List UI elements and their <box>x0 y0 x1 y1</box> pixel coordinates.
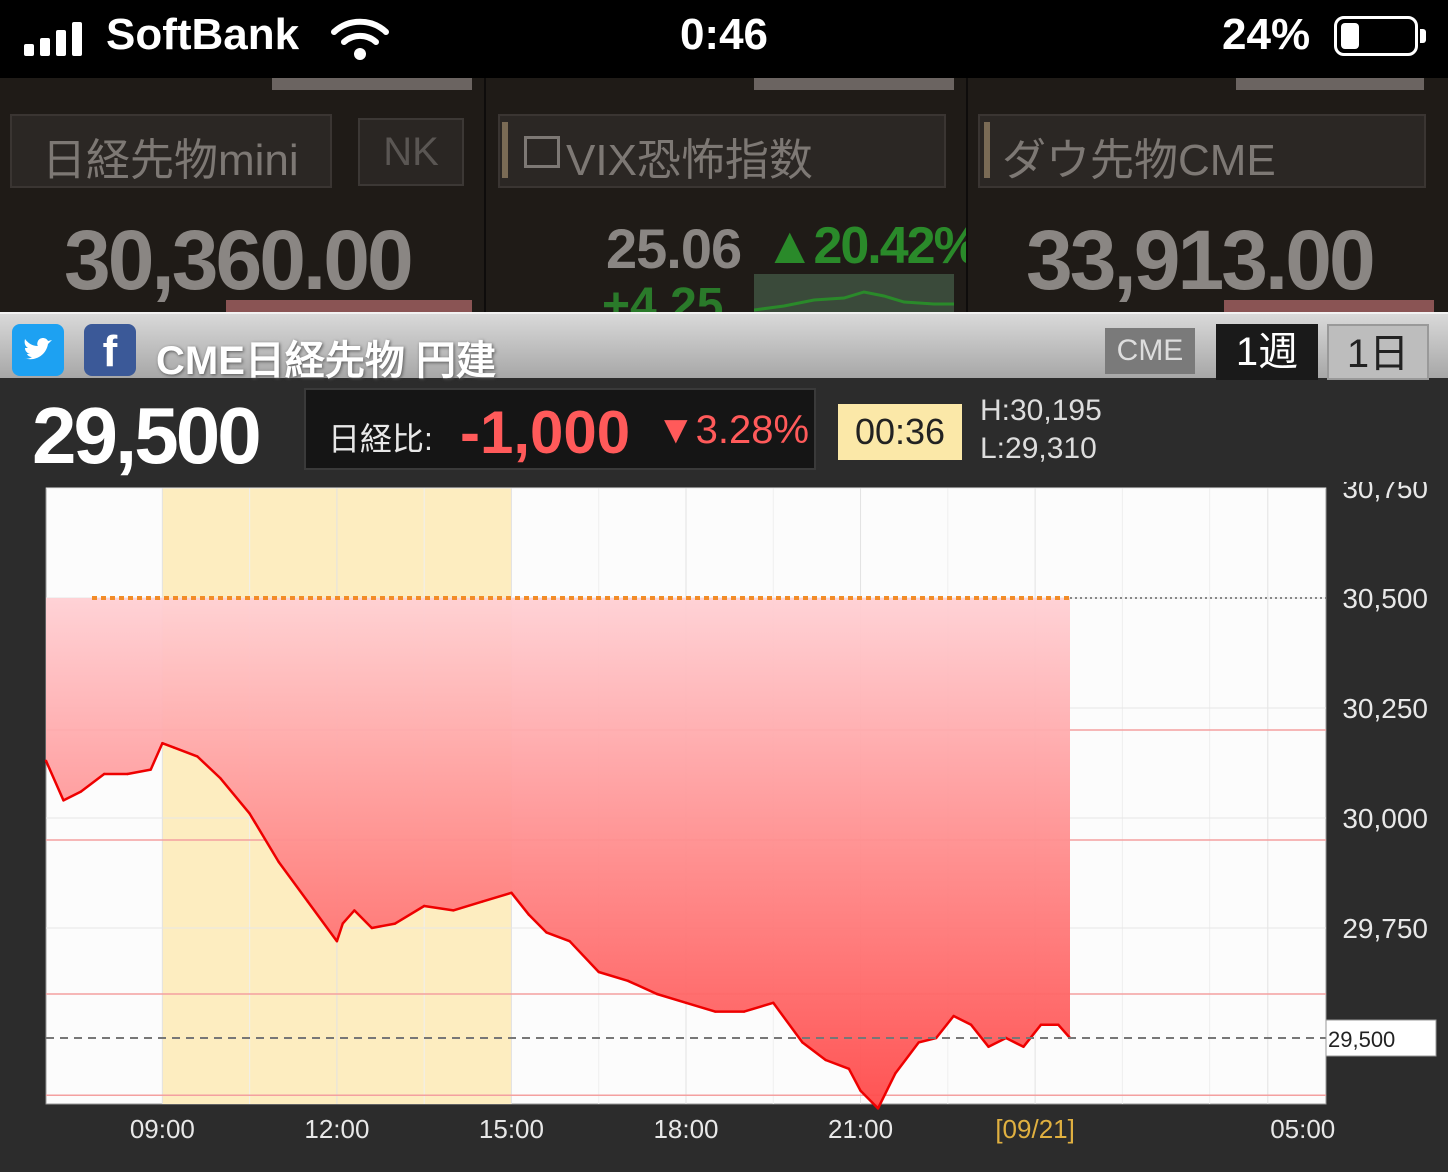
y-tick-label: 30,250 <box>1342 693 1428 724</box>
data-point <box>452 909 455 912</box>
tile-title: ダウ先物CME <box>1002 136 1276 185</box>
tile-title: 日経先物mini <box>42 136 299 185</box>
data-point <box>393 922 397 925</box>
data-point <box>801 1041 804 1044</box>
data-point <box>876 1107 880 1110</box>
x-tick-label: 18:00 <box>653 1114 718 1144</box>
y-tick-label: 30,500 <box>1342 583 1428 614</box>
facebook-share-button[interactable]: f <box>84 324 136 376</box>
data-point <box>161 742 164 745</box>
data-point <box>172 746 176 749</box>
data-point <box>219 777 222 780</box>
data-point <box>894 1072 897 1075</box>
data-point <box>422 904 426 908</box>
tile-change-pct: ▲20.42% <box>764 217 980 275</box>
battery-tip <box>1420 29 1426 43</box>
tile-dow-futures[interactable]: ダウ先物CME 33,913.00 <box>968 78 1448 312</box>
chart-header: f CME日経先物 円建 CME 1週 1日 <box>0 312 1448 383</box>
data-point <box>568 940 571 943</box>
data-point <box>527 913 531 916</box>
data-point <box>713 1010 717 1013</box>
battery-icon <box>1334 16 1418 56</box>
data-point <box>742 1010 746 1013</box>
current-price: 29,500 <box>32 391 262 480</box>
data-point <box>772 1001 775 1004</box>
x-tick-label: 09:00 <box>130 1114 195 1144</box>
data-point <box>626 979 630 982</box>
data-point <box>277 860 280 864</box>
change-box: 日経比: -1,000 ▼3.28% <box>304 388 816 470</box>
chart-title: CME日経先物 円建 <box>156 339 496 383</box>
tile-value: 25.06 <box>606 217 742 280</box>
data-point <box>824 1058 827 1062</box>
y-tick-label: 30,750 <box>1342 482 1428 504</box>
data-point <box>655 992 659 996</box>
data-point <box>969 1023 973 1026</box>
x-tick-label: 12:00 <box>304 1114 369 1144</box>
data-point <box>597 970 600 974</box>
sparkline <box>753 274 954 312</box>
facebook-icon: f <box>102 327 118 376</box>
x-tick-label: 15:00 <box>479 1114 544 1144</box>
tile-value: 30,360.00 <box>64 213 414 307</box>
change-value: -1,000 <box>460 399 631 466</box>
exchange-badge[interactable]: CME <box>1105 328 1195 374</box>
data-point <box>149 768 152 771</box>
low-price: L:29,310 <box>980 432 1097 465</box>
x-tick-label: [09/21] <box>995 1114 1075 1144</box>
data-point <box>1039 1023 1043 1026</box>
data-point <box>370 926 374 930</box>
change-label: 日経比: <box>328 421 433 457</box>
change-percent: ▼3.28% <box>656 408 810 452</box>
data-point <box>684 1001 688 1004</box>
data-point <box>335 940 339 943</box>
data-point <box>987 1045 990 1048</box>
chart-panel: f CME日経先物 円建 CME 1週 1日 29,500 日経比: -1,00… <box>0 312 1448 1172</box>
tab-1-day[interactable]: 1日 <box>1327 324 1429 380</box>
data-point <box>341 922 344 925</box>
tile-vix[interactable]: VIX恐怖指数 25.06 ▲20.42% +4.25 <box>486 78 980 312</box>
update-time: 00:36 <box>838 404 962 460</box>
tile-value: 33,913.00 <box>1026 213 1376 307</box>
data-point <box>1022 1045 1025 1048</box>
tab-1-week[interactable]: 1週 <box>1216 324 1318 380</box>
data-point <box>917 1041 920 1044</box>
current-price-label: 29,500 <box>1328 1027 1395 1052</box>
data-point <box>126 772 129 776</box>
tile-tag: NK <box>358 118 464 186</box>
twitter-icon <box>24 338 52 360</box>
data-point <box>196 755 199 758</box>
x-tick-label: 05:00 <box>1270 1114 1335 1144</box>
data-point <box>847 1067 851 1070</box>
data-point <box>248 812 251 815</box>
data-point <box>545 931 548 934</box>
tile-change-abs: +4.25 <box>602 279 724 312</box>
data-point <box>510 891 513 894</box>
data-point <box>481 900 484 903</box>
x-tick-label: 21:00 <box>828 1114 893 1144</box>
tile-nikkei-mini[interactable]: 日経先物mini NK 30,360.00 <box>0 78 484 312</box>
data-point <box>952 1014 955 1018</box>
twitter-share-button[interactable] <box>12 324 64 376</box>
y-tick-label: 29,750 <box>1342 913 1428 944</box>
data-point <box>62 799 65 802</box>
high-price: H:30,195 <box>980 394 1102 427</box>
data-point <box>859 1089 862 1092</box>
y-tick-label: 30,000 <box>1342 803 1428 834</box>
image-icon <box>524 136 560 168</box>
data-point <box>353 909 356 912</box>
data-point <box>102 772 106 776</box>
market-tiles: 日経先物mini NK 30,360.00 VIX恐怖指数 25.06 ▲20.… <box>0 78 1448 312</box>
data-point <box>306 900 310 903</box>
status-bar: SoftBank 0:46 24% <box>0 0 1448 78</box>
data-point <box>79 790 83 793</box>
data-point <box>44 759 48 762</box>
data-point <box>1057 1023 1060 1026</box>
battery-percentage: 24% <box>1222 10 1311 59</box>
tile-title: VIX恐怖指数 <box>566 136 813 185</box>
price-chart[interactable]: 30,750 30,500 30,250 30,000 29,750 29,500 09:0… <box>0 482 1448 1172</box>
